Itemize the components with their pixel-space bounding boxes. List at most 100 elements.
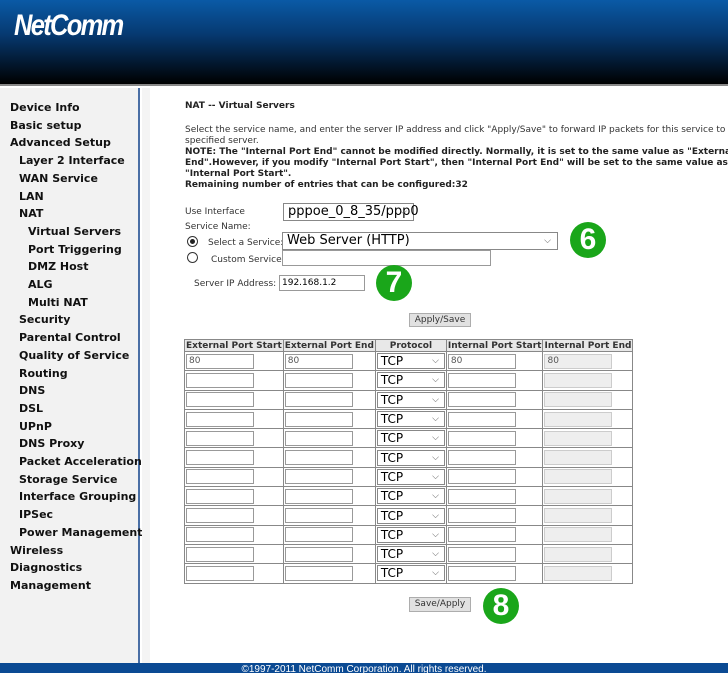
sidebar-item-layer-2-interface[interactable]: Layer 2 Interface — [19, 154, 125, 167]
external-port-end-input[interactable] — [284, 527, 353, 543]
protocol-select[interactable]: TCP ⌵ — [376, 449, 445, 466]
external-port-end-input[interactable] — [284, 469, 353, 485]
external-port-start-input[interactable]: 80 — [186, 353, 254, 369]
service-select[interactable]: Web Server (HTTP) ⌵ — [282, 232, 558, 250]
sidebar-item-advanced-setup[interactable]: Advanced Setup — [10, 136, 111, 149]
protocol-select[interactable]: TCP ⌵ — [376, 507, 445, 524]
protocol-select[interactable]: TCP ⌵ — [376, 391, 445, 408]
external-port-end-input[interactable] — [284, 372, 353, 388]
column-header: Protocol — [374, 339, 447, 352]
sidebar-item-power-management[interactable]: Power Management — [19, 526, 142, 539]
save-apply-button[interactable]: Save/Apply — [409, 597, 471, 612]
external-port-end-input[interactable] — [284, 508, 353, 524]
sidebar-item-dns-proxy[interactable]: DNS Proxy — [19, 437, 84, 450]
internal-port-start-input[interactable] — [447, 565, 516, 581]
external-port-end-input[interactable] — [284, 488, 353, 504]
external-port-end-input[interactable] — [284, 411, 353, 427]
sidebar-item-device-info[interactable]: Device Info — [10, 101, 80, 114]
sidebar-item-storage-service[interactable]: Storage Service — [19, 473, 117, 486]
protocol-select[interactable]: TCP ⌵ — [376, 353, 445, 370]
internal-port-start-input[interactable] — [447, 527, 516, 543]
internal-port-start-input[interactable] — [447, 450, 516, 466]
internal-port-start-input[interactable] — [447, 411, 516, 427]
external-port-start-input[interactable] — [186, 411, 254, 427]
sidebar-item-lan[interactable]: LAN — [19, 190, 44, 203]
internal-port-start-input[interactable] — [447, 508, 516, 524]
protocol-select[interactable]: TCP ⌵ — [376, 430, 445, 447]
sidebar-item-wireless[interactable]: Wireless — [10, 544, 63, 557]
sidebar-item-dsl[interactable]: DSL — [19, 402, 43, 415]
external-port-start-input[interactable] — [186, 488, 254, 504]
internal-port-end-input — [544, 411, 613, 427]
table-cell — [445, 370, 544, 391]
sidebar-item-parental-control[interactable]: Parental Control — [19, 331, 121, 344]
sidebar-item-management[interactable]: Management — [10, 579, 91, 592]
protocol-select[interactable]: TCP ⌵ — [376, 468, 445, 485]
sidebar-item-security[interactable]: Security — [19, 313, 70, 326]
external-port-end-input[interactable] — [284, 430, 353, 446]
table-cell: 80 — [184, 350, 284, 372]
sidebar-item-quality-of-service[interactable]: Quality of Service — [19, 349, 129, 362]
sidebar-item-dns[interactable]: DNS — [19, 384, 45, 397]
internal-port-start-input[interactable]: 80 — [447, 353, 516, 369]
sidebar-item-wan-service[interactable]: WAN Service — [19, 172, 98, 185]
external-port-start-input[interactable] — [186, 392, 254, 408]
external-port-start-input[interactable] — [186, 372, 254, 388]
sidebar-item-port-triggering[interactable]: Port Triggering — [28, 243, 122, 256]
internal-port-start-input[interactable] — [447, 469, 516, 485]
sidebar-item-packet-acceleration[interactable]: Packet Acceleration — [19, 455, 142, 468]
use-interface-select[interactable]: pppoe_0_8_35/ppp0 ⌵ — [283, 203, 419, 221]
sidebar-item-ipsec[interactable]: IPSec — [19, 508, 53, 521]
chevron-down-icon: ⌵ — [432, 529, 439, 540]
sidebar-item-virtual-servers[interactable]: Virtual Servers — [28, 225, 121, 238]
chevron-down-icon: ⌵ — [432, 452, 439, 463]
custom-service-input[interactable] — [282, 250, 491, 266]
table-cell — [445, 486, 544, 507]
external-port-end-input[interactable] — [284, 450, 353, 466]
external-port-start-input[interactable] — [186, 469, 254, 485]
remaining-entries: Remaining number of entries that can be … — [185, 180, 468, 190]
external-port-end-input[interactable] — [284, 546, 353, 562]
table-cell — [282, 486, 376, 507]
sidebar-item-interface-grouping[interactable]: Interface Grouping — [19, 490, 136, 503]
external-port-end-input[interactable]: 80 — [284, 353, 353, 369]
external-port-start-input[interactable] — [186, 430, 254, 446]
protocol-select[interactable]: TCP ⌵ — [376, 411, 445, 428]
internal-port-start-input[interactable] — [447, 546, 516, 562]
sidebar-item-nat[interactable]: NAT — [19, 207, 43, 220]
internal-port-start-input[interactable] — [447, 430, 516, 446]
protocol-value: TCP — [380, 547, 404, 562]
table-cell — [282, 524, 376, 545]
internal-port-start-input[interactable] — [447, 488, 516, 504]
internal-port-start-input[interactable] — [447, 372, 516, 388]
table-cell — [184, 486, 284, 507]
protocol-select[interactable]: TCP ⌵ — [376, 526, 445, 543]
external-port-end-input[interactable] — [284, 392, 353, 408]
chevron-down-icon: ⌵ — [432, 510, 439, 521]
sidebar-item-alg[interactable]: ALG — [28, 278, 53, 291]
external-port-start-input[interactable] — [186, 565, 254, 581]
sidebar-item-upnp[interactable]: UPnP — [19, 420, 52, 433]
select-service-radio[interactable] — [187, 236, 198, 247]
internal-port-start-input[interactable] — [447, 392, 516, 408]
external-port-start-input[interactable] — [186, 527, 254, 543]
sidebar-item-multi-nat[interactable]: Multi NAT — [28, 296, 88, 309]
sidebar-item-routing[interactable]: Routing — [19, 367, 68, 380]
external-port-end-input[interactable] — [284, 565, 353, 581]
protocol-select[interactable]: TCP ⌵ — [376, 546, 445, 563]
note-3: "Internal Port Start". — [185, 169, 292, 179]
external-port-start-input[interactable] — [186, 508, 254, 524]
table-row: TCP ⌵ — [184, 563, 634, 584]
sidebar-item-basic-setup[interactable]: Basic setup — [10, 119, 81, 132]
sidebar-item-diagnostics[interactable]: Diagnostics — [10, 561, 82, 574]
protocol-select[interactable]: TCP ⌵ — [376, 372, 445, 389]
protocol-select[interactable]: TCP ⌵ — [376, 565, 445, 582]
server-ip-input[interactable]: 192.168.1.2 — [279, 275, 365, 291]
external-port-start-input[interactable] — [186, 450, 254, 466]
protocol-select[interactable]: TCP ⌵ — [376, 488, 445, 505]
custom-service-radio[interactable] — [187, 252, 198, 263]
external-port-start-input[interactable] — [186, 546, 254, 562]
sidebar-item-dmz-host[interactable]: DMZ Host — [28, 260, 88, 273]
table-cell: TCP ⌵ — [374, 370, 447, 391]
apply-save-button[interactable]: Apply/Save — [409, 313, 471, 327]
